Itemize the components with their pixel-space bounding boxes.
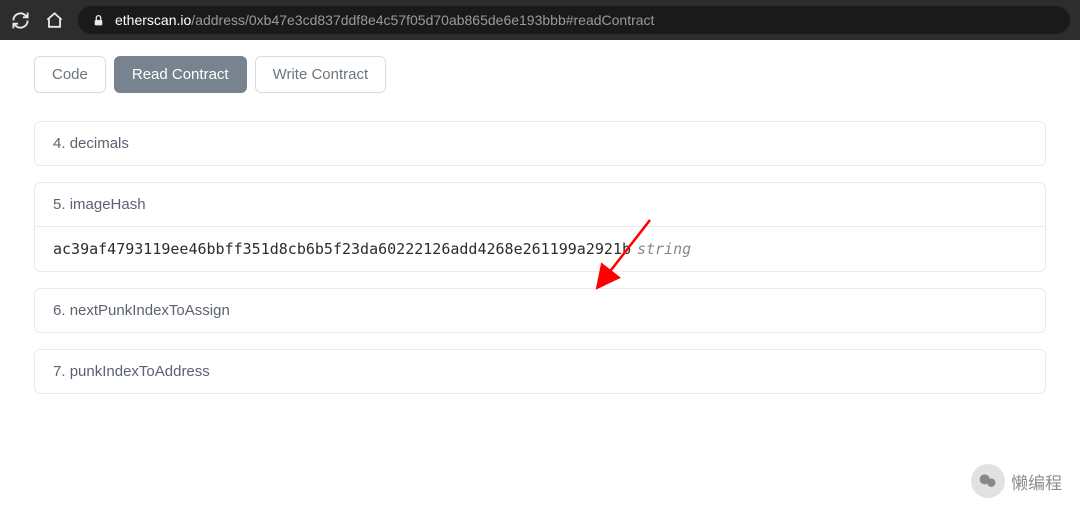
- lock-icon: [92, 14, 105, 27]
- row-num: 7.: [53, 363, 66, 380]
- watermark: 懒编程: [971, 464, 1062, 498]
- row-header[interactable]: 6. nextPunkIndexToAssign: [35, 289, 1045, 332]
- row-num: 6.: [53, 302, 66, 319]
- row-name: nextPunkIndexToAssign: [70, 302, 230, 319]
- contract-row-decimals: 4. decimals: [34, 121, 1046, 166]
- wechat-icon: [971, 464, 1005, 498]
- contract-row-punkindextoaddress: 7. punkIndexToAddress: [34, 349, 1046, 394]
- row-name: imageHash: [70, 196, 146, 213]
- watermark-text: 懒编程: [1011, 469, 1062, 494]
- tab-row: Code Read Contract Write Contract: [34, 56, 1046, 93]
- tab-write-contract[interactable]: Write Contract: [255, 56, 387, 93]
- reload-icon[interactable]: [10, 10, 30, 30]
- row-header[interactable]: 7. punkIndexToAddress: [35, 350, 1045, 393]
- row-header[interactable]: 5. imageHash: [35, 183, 1045, 226]
- url-path: /address/0xb47e3cd837ddf8e4c57f05d70ab86…: [191, 12, 654, 28]
- address-bar[interactable]: etherscan.io/address/0xb47e3cd837ddf8e4c…: [78, 6, 1070, 34]
- content-area: Code Read Contract Write Contract 4. dec…: [0, 40, 1080, 394]
- row-num: 4.: [53, 135, 66, 152]
- tab-code[interactable]: Code: [34, 56, 106, 93]
- home-icon[interactable]: [44, 10, 64, 30]
- row-name: decimals: [70, 135, 129, 152]
- url-domain: etherscan.io: [115, 12, 191, 28]
- contract-row-nextpunkindextoassign: 6. nextPunkIndexToAssign: [34, 288, 1046, 333]
- tab-read-contract[interactable]: Read Contract: [114, 56, 247, 93]
- row-header[interactable]: 4. decimals: [35, 122, 1045, 165]
- browser-bar: etherscan.io/address/0xb47e3cd837ddf8e4c…: [0, 0, 1080, 40]
- row-num: 5.: [53, 196, 66, 213]
- row-body: ac39af4793119ee46bbff351d8cb6b5f23da6022…: [35, 226, 1045, 271]
- row-name: punkIndexToAddress: [70, 363, 210, 380]
- row-value: ac39af4793119ee46bbff351d8cb6b5f23da6022…: [53, 240, 631, 258]
- url-text: etherscan.io/address/0xb47e3cd837ddf8e4c…: [115, 12, 654, 28]
- contract-row-imagehash: 5. imageHash ac39af4793119ee46bbff351d8c…: [34, 182, 1046, 272]
- row-type: string: [637, 240, 691, 258]
